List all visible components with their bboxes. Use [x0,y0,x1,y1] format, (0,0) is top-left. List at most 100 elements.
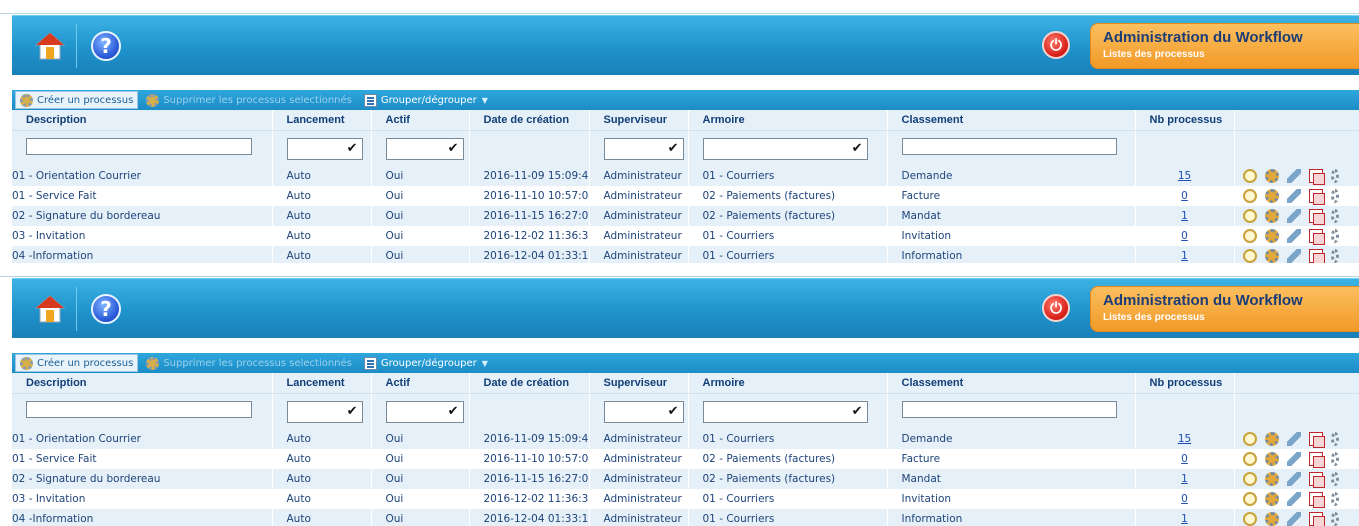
col-classement[interactable]: Classement [887,110,1136,131]
duplicate-icon[interactable] [1308,209,1325,225]
duplicate-icon[interactable] [1308,452,1325,468]
duplicate-icon[interactable] [1308,472,1325,488]
armoire-filter-select[interactable]: ✔ [702,137,868,160]
edit-icon[interactable] [1286,452,1301,466]
col-armoire[interactable]: Armoire [688,373,888,394]
edit-icon[interactable] [1286,512,1301,526]
settings-icon[interactable] [1264,249,1279,263]
settings-icon[interactable] [1264,492,1279,506]
home-button[interactable] [32,291,68,327]
actif-filter-select[interactable]: ✔ [385,400,464,423]
superviseur-filter-select[interactable]: ✔ [603,137,684,160]
col-classement[interactable]: Classement [887,373,1136,394]
description-filter-input[interactable] [26,400,252,418]
edit-icon[interactable] [1286,492,1301,506]
nb-processus-link[interactable]: 15 [1178,170,1191,182]
view-icon[interactable] [1242,169,1257,183]
table-row[interactable]: 03 - Invitation Auto Oui 2016-12-02 11:36:3… [12,226,1359,246]
superviseur-filter-select[interactable]: ✔ [603,400,684,423]
nb-processus-link[interactable]: 0 [1181,190,1188,202]
delete-selected-button[interactable]: Supprimer les processus selectionnés [142,354,356,372]
more-settings-icon[interactable] [1330,492,1339,506]
col-date-creation[interactable]: Date de création [469,373,590,394]
nb-processus-link[interactable]: 1 [1181,210,1188,222]
edit-icon[interactable] [1286,249,1301,263]
more-settings-icon[interactable] [1330,169,1339,183]
create-process-button[interactable]: Créer un processus [15,91,139,109]
lancement-filter-select[interactable]: ✔ [286,400,363,423]
more-settings-icon[interactable] [1330,189,1339,203]
col-nb-processus[interactable]: Nb processus [1135,110,1235,131]
nb-processus-link[interactable]: 0 [1181,230,1188,242]
more-settings-icon[interactable] [1330,209,1339,223]
table-row[interactable]: 02 - Signature du bordereau Auto Oui 2016-1… [12,206,1359,226]
view-icon[interactable] [1242,472,1257,486]
actif-filter-select[interactable]: ✔ [385,137,464,160]
classement-filter-input[interactable] [901,137,1117,155]
col-lancement[interactable]: Lancement [272,373,372,394]
duplicate-icon[interactable] [1308,169,1325,185]
table-row[interactable]: 01 - Service Fait Auto Oui 2016-11-10 10:57… [12,449,1359,469]
edit-icon[interactable] [1286,472,1301,486]
duplicate-icon[interactable] [1308,249,1325,263]
settings-icon[interactable] [1264,229,1279,243]
edit-icon[interactable] [1286,229,1301,243]
group-ungroup-button[interactable]: Grouper/dégrouper ▼ [360,354,492,372]
table-row[interactable]: 04 -Information Auto Oui 2016-12-04 01:33:1… [12,246,1359,263]
col-date-creation[interactable]: Date de création [469,110,590,131]
view-icon[interactable] [1242,229,1257,243]
settings-icon[interactable] [1264,432,1279,446]
duplicate-icon[interactable] [1308,512,1325,526]
col-description[interactable]: Description [12,373,273,394]
col-superviseur[interactable]: Superviseur [589,110,689,131]
armoire-filter-select[interactable]: ✔ [702,400,868,423]
settings-icon[interactable] [1264,189,1279,203]
view-icon[interactable] [1242,492,1257,506]
edit-icon[interactable] [1286,189,1301,203]
col-superviseur[interactable]: Superviseur [589,373,689,394]
col-actif[interactable]: Actif [371,110,470,131]
duplicate-icon[interactable] [1308,492,1325,508]
view-icon[interactable] [1242,452,1257,466]
group-ungroup-button[interactable]: Grouper/dégrouper ▼ [360,91,492,109]
power-icon[interactable]: ⏻ [1042,294,1070,322]
help-button[interactable]: ? [88,28,124,64]
nb-processus-link[interactable]: 1 [1181,250,1188,262]
home-button[interactable] [32,28,68,64]
classement-filter-input[interactable] [901,400,1117,418]
more-settings-icon[interactable] [1330,472,1339,486]
settings-icon[interactable] [1264,169,1279,183]
nb-processus-link[interactable]: 0 [1181,493,1188,505]
duplicate-icon[interactable] [1308,229,1325,245]
table-row[interactable]: 02 - Signature du bordereau Auto Oui 2016-1… [12,469,1359,489]
power-icon[interactable]: ⏻ [1042,31,1070,59]
more-settings-icon[interactable] [1330,229,1339,243]
more-settings-icon[interactable] [1330,432,1339,446]
duplicate-icon[interactable] [1308,189,1325,205]
edit-icon[interactable] [1286,169,1301,183]
view-icon[interactable] [1242,512,1257,526]
col-lancement[interactable]: Lancement [272,110,372,131]
help-button[interactable]: ? [88,291,124,327]
settings-icon[interactable] [1264,209,1279,223]
view-icon[interactable] [1242,249,1257,263]
table-row[interactable]: 01 - Orientation Courrier Auto Oui 2016-11-… [12,166,1359,186]
settings-icon[interactable] [1264,512,1279,526]
view-icon[interactable] [1242,209,1257,223]
table-row[interactable]: 01 - Orientation Courrier Auto Oui 2016-11-… [12,429,1359,449]
nb-processus-link[interactable]: 1 [1181,473,1188,485]
col-description[interactable]: Description [12,110,273,131]
edit-icon[interactable] [1286,209,1301,223]
col-armoire[interactable]: Armoire [688,110,888,131]
create-process-button[interactable]: Créer un processus [15,354,139,372]
view-icon[interactable] [1242,189,1257,203]
table-row[interactable]: 03 - Invitation Auto Oui 2016-12-02 11:36:3… [12,489,1359,509]
table-row[interactable]: 04 -Information Auto Oui 2016-12-04 01:33:1… [12,509,1359,526]
more-settings-icon[interactable] [1330,452,1339,466]
view-icon[interactable] [1242,432,1257,446]
lancement-filter-select[interactable]: ✔ [286,137,363,160]
nb-processus-link[interactable]: 15 [1178,433,1191,445]
duplicate-icon[interactable] [1308,432,1325,448]
description-filter-input[interactable] [26,137,252,155]
col-actif[interactable]: Actif [371,373,470,394]
